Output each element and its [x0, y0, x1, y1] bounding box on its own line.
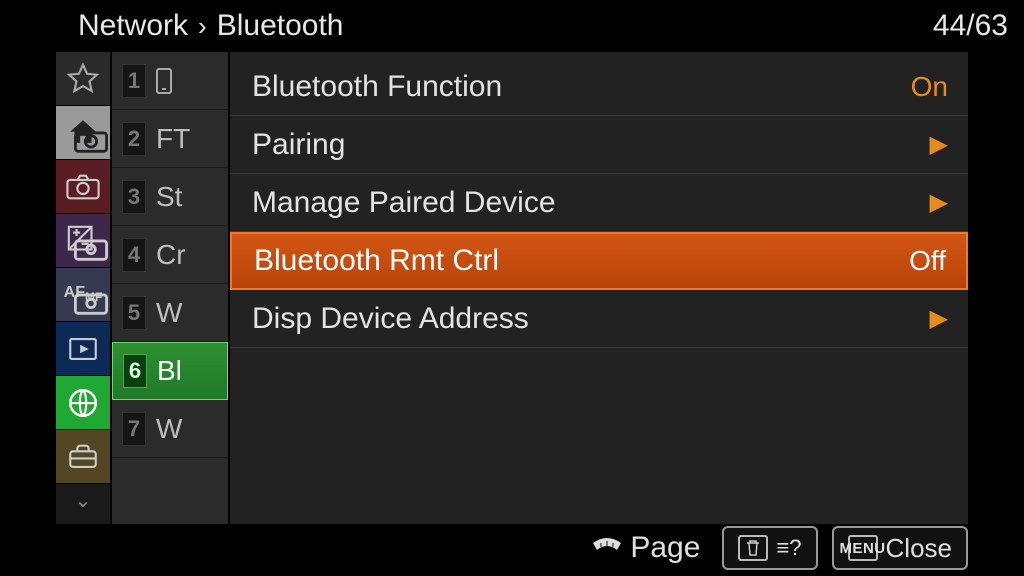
chevron-right-icon: ▶	[930, 188, 948, 217]
menu-item-value: On	[911, 71, 948, 103]
submenu-item-selected[interactable]: 6 Bl	[112, 342, 228, 400]
trash-icon	[738, 535, 768, 561]
submenu-label: W	[156, 297, 182, 329]
submenu-label: St	[156, 181, 182, 213]
rail-focus[interactable]: AFMF	[56, 268, 110, 322]
dial-icon	[590, 537, 624, 559]
breadcrumb-root: Network	[78, 9, 188, 43]
page-label: Page	[630, 531, 700, 565]
chevron-right-icon: ▶	[930, 304, 948, 333]
submenu-num: 7	[122, 412, 146, 446]
menu-item-bluetooth-function[interactable]: Bluetooth Function On	[230, 58, 968, 116]
chevron-down-icon: ⌄	[75, 488, 92, 513]
menu-icon: MENU	[848, 535, 878, 561]
submenu-item[interactable]: 2 FT	[112, 110, 228, 168]
star-icon	[66, 62, 100, 96]
camera-icon	[74, 123, 108, 157]
footer-page-hint: Page	[590, 531, 700, 565]
breadcrumb: Network › Bluetooth	[78, 9, 343, 43]
menu-item-label: Pairing	[252, 128, 345, 162]
camera-icon	[74, 285, 108, 319]
help-icon: ≡?	[776, 535, 801, 561]
page-counter: 44/63	[933, 9, 1008, 43]
page-current: 44	[933, 9, 966, 42]
submenu-num: 6	[123, 354, 147, 388]
page-sep: /	[966, 9, 974, 42]
help-button[interactable]: ≡?	[722, 526, 817, 570]
submenu: 1 2 FT 3 St 4 Cr 5 W 6 Bl	[110, 52, 230, 524]
rail-playback[interactable]	[56, 322, 110, 376]
submenu-num: 5	[122, 296, 146, 330]
body: AFMF ⌄ 1 2 FT	[56, 52, 968, 524]
category-rail: AFMF ⌄	[56, 52, 110, 524]
menu-item-disp-device-address[interactable]: Disp Device Address ▶	[230, 290, 968, 348]
submenu-num: 3	[122, 180, 146, 214]
rail-main[interactable]	[56, 106, 110, 160]
menu-item-manage-paired[interactable]: Manage Paired Device ▶	[230, 174, 968, 232]
menu-item-label: Bluetooth Rmt Ctrl	[254, 244, 499, 278]
submenu-item[interactable]: 5 W	[112, 284, 228, 342]
camera-icon	[74, 231, 108, 265]
submenu-label: Bl	[157, 355, 182, 387]
menu-item-value: Off	[909, 245, 946, 277]
breadcrumb-leaf: Bluetooth	[217, 9, 344, 43]
rail-exposure[interactable]	[56, 214, 110, 268]
list-filler	[230, 348, 968, 524]
chevron-right-icon: ▶	[930, 130, 948, 159]
rail-setup[interactable]	[56, 430, 110, 484]
menu-item-pairing[interactable]: Pairing ▶	[230, 116, 968, 174]
rail-network[interactable]	[56, 376, 110, 430]
footer: Page ≡? MENU Close	[56, 524, 968, 572]
rail-scroll-down[interactable]: ⌄	[56, 484, 110, 524]
submenu-num: 1	[122, 64, 146, 98]
rail-favorites[interactable]	[56, 52, 110, 106]
toolbox-icon	[66, 440, 100, 474]
submenu-item[interactable]: 1	[112, 52, 228, 110]
menu-item-label: Manage Paired Device	[252, 186, 556, 220]
submenu-num: 2	[122, 122, 146, 156]
submenu-item[interactable]: 4 Cr	[112, 226, 228, 284]
smartphone-icon	[156, 68, 172, 94]
submenu-label: Cr	[156, 239, 186, 271]
page-total: 63	[975, 9, 1008, 42]
close-label: Close	[886, 533, 952, 564]
camera-icon	[66, 170, 100, 204]
menu-item-label: Bluetooth Function	[252, 70, 502, 104]
close-button[interactable]: MENU Close	[832, 526, 968, 570]
globe-icon	[66, 386, 100, 420]
submenu-item[interactable]: 7 W	[112, 400, 228, 458]
rail-shooting[interactable]	[56, 160, 110, 214]
menu-item-label: Disp Device Address	[252, 302, 529, 336]
submenu-label: FT	[156, 123, 190, 155]
header: Network › Bluetooth 44/63	[0, 0, 1024, 52]
chevron-right-icon: ›	[198, 11, 207, 42]
main-list: Bluetooth Function On Pairing ▶ Manage P…	[230, 52, 968, 524]
submenu-item[interactable]: 3 St	[112, 168, 228, 226]
submenu-label: W	[156, 413, 182, 445]
play-icon	[66, 332, 100, 366]
submenu-num: 4	[122, 238, 146, 272]
menu-item-bluetooth-rmt-ctrl[interactable]: Bluetooth Rmt Ctrl Off	[230, 232, 968, 290]
